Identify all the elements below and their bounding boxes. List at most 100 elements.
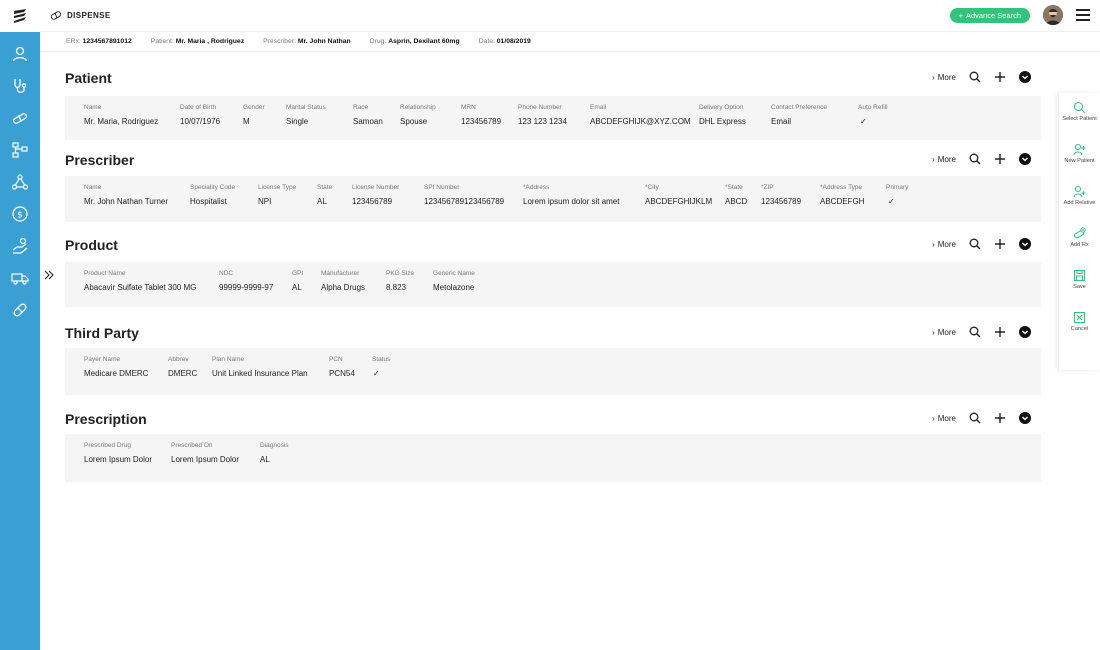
more-button[interactable]: › More bbox=[932, 240, 956, 249]
product-section: Product › More Product Name Abacavir Sulfa… bbox=[65, 237, 1041, 307]
field-gpi: GPI AL bbox=[292, 270, 304, 292]
section-title: Prescription bbox=[65, 411, 147, 427]
stethoscope-icon bbox=[14, 79, 27, 93]
svg-text:$: $ bbox=[17, 211, 23, 221]
patient-section: Patient › More Name Mr. Maria, Rodriguez D… bbox=[65, 70, 1041, 140]
new-patient-button[interactable]: New Patient bbox=[1059, 135, 1100, 177]
field-plan-name: Plan Name Unit Linked Insurance Plan bbox=[212, 356, 308, 378]
section-actions: › More bbox=[932, 326, 1031, 338]
field-state: State AL bbox=[317, 184, 333, 206]
plus-icon[interactable] bbox=[994, 71, 1006, 83]
field-payer-name: Payer Name Medicare DMERC bbox=[84, 356, 149, 378]
field-marital-status: Marital Status Single bbox=[286, 104, 326, 126]
chevron-down-circle-icon[interactable] bbox=[1019, 326, 1031, 338]
field-state-2: *State ABCD bbox=[725, 184, 748, 206]
add-relative-button[interactable]: Add Relative bbox=[1059, 177, 1100, 219]
advance-search-button[interactable]: + Advance Search bbox=[949, 8, 1030, 23]
prescriber-section: Prescriber › More Name Mr. John Nathan Tur… bbox=[65, 152, 1041, 222]
field-address-type: *Address Type ABCDEFGH bbox=[820, 184, 865, 206]
hand-pill-icon bbox=[12, 237, 28, 254]
field-city: *City ABCDEFGHIJKLM bbox=[645, 184, 713, 206]
avatar[interactable] bbox=[1043, 5, 1063, 25]
field-product-name: Product Name Abacavir Sulfate Tablet 300 … bbox=[84, 270, 197, 292]
save-button[interactable]: Save bbox=[1059, 261, 1100, 303]
third-party-section: Third Party › More Payer Name Medicare DME… bbox=[65, 325, 1041, 395]
rail-item-network[interactable] bbox=[0, 166, 40, 198]
app-logo[interactable] bbox=[0, 0, 40, 32]
checkmark-icon: ✓ bbox=[860, 117, 867, 126]
search-icon[interactable] bbox=[969, 412, 981, 424]
field-primary: Primary ✓ bbox=[886, 184, 909, 206]
field-gender: Gender M bbox=[243, 104, 265, 126]
dollar-icon: $ bbox=[12, 206, 28, 222]
app-title-text: DISPENSE bbox=[67, 11, 111, 20]
advance-search-label: Advance Search bbox=[965, 11, 1021, 20]
info-erx: ERx: 1234567891012 bbox=[66, 38, 132, 45]
cancel-button[interactable]: Cancel bbox=[1059, 303, 1100, 345]
hierarchy-icon bbox=[12, 142, 28, 158]
more-button[interactable]: › More bbox=[932, 73, 956, 82]
add-rx-button[interactable]: Add Rx bbox=[1059, 219, 1100, 261]
field-name: Name Mr. John Nathan Turner bbox=[84, 184, 169, 206]
plus-icon[interactable] bbox=[994, 412, 1006, 424]
menu-icon[interactable] bbox=[1076, 9, 1090, 21]
save-icon bbox=[1073, 269, 1086, 282]
field-address: *Address Lorem ipsum dolor sit amet bbox=[523, 184, 620, 206]
rail-item-supplies[interactable] bbox=[0, 294, 40, 326]
info-prescriber: Prescriber: Mr. John Nathan bbox=[263, 38, 351, 45]
prescription-details: Prescribed Drug Lorem Ipsum Dolor Prescri… bbox=[65, 434, 1041, 482]
field-prescribed-on: Prescribed On Lorem Ipsum Dolor bbox=[171, 442, 240, 464]
chevron-down-circle-icon[interactable] bbox=[1019, 238, 1031, 250]
plus-icon[interactable] bbox=[994, 326, 1006, 338]
user-icon bbox=[12, 46, 28, 62]
add-user-icon bbox=[1073, 143, 1086, 156]
plus-icon: + bbox=[958, 11, 963, 20]
search-icon[interactable] bbox=[969, 326, 981, 338]
info-patient: Patient: Mr. Maria , Rodriguez bbox=[150, 38, 245, 45]
rail-item-delivery[interactable] bbox=[0, 262, 40, 294]
field-license-type: License Type NPI bbox=[258, 184, 297, 206]
search-icon[interactable] bbox=[969, 71, 981, 83]
chevron-down-circle-icon[interactable] bbox=[1019, 412, 1031, 424]
field-prescribed-drug: Prescribed Drug Lorem Ipsum Dolor bbox=[84, 442, 153, 464]
rail-item-drugs[interactable] bbox=[0, 102, 40, 134]
chevron-right-icon: › bbox=[932, 72, 935, 82]
search-icon[interactable] bbox=[969, 153, 981, 165]
top-header: DISPENSE + Advance Search bbox=[40, 0, 1100, 32]
rail-item-dispense[interactable] bbox=[0, 230, 40, 262]
chevron-right-icon: › bbox=[932, 154, 935, 164]
field-auto-refill: Auto Refill ✓ bbox=[858, 104, 888, 126]
pill-bottle-icon bbox=[50, 10, 62, 20]
rail-item-prescriber[interactable] bbox=[0, 70, 40, 102]
info-strip: ERx: 1234567891012 Patient: Mr. Maria , … bbox=[40, 32, 1100, 52]
cancel-icon bbox=[1073, 311, 1086, 324]
field-phone: Phone Number 123 123 1234 bbox=[518, 104, 567, 126]
rail-item-hierarchy[interactable] bbox=[0, 134, 40, 166]
section-title: Patient bbox=[65, 70, 112, 86]
more-button[interactable]: › More bbox=[932, 155, 956, 164]
user-avatar-image bbox=[1043, 5, 1063, 25]
logo-icon bbox=[14, 9, 26, 23]
section-actions: › More bbox=[932, 153, 1031, 165]
more-button[interactable]: › More bbox=[932, 328, 956, 337]
patient-details: Name Mr. Maria, Rodriguez Date of Birth 10… bbox=[65, 96, 1041, 140]
plus-icon[interactable] bbox=[994, 153, 1006, 165]
double-chevron-right-icon[interactable] bbox=[44, 270, 54, 280]
truck-icon bbox=[11, 273, 29, 285]
field-generic-name: Generic Name Metolazone bbox=[433, 270, 475, 292]
field-relationship: Relationship Spouse bbox=[400, 104, 436, 126]
search-icon[interactable] bbox=[969, 238, 981, 250]
checkmark-icon: ✓ bbox=[888, 197, 895, 206]
add-relative-icon bbox=[1073, 185, 1086, 198]
field-dob: Date of Birth 10/07/1976 bbox=[180, 104, 221, 126]
chevron-down-circle-icon[interactable] bbox=[1019, 71, 1031, 83]
rail-item-billing[interactable]: $ bbox=[0, 198, 40, 230]
section-title: Product bbox=[65, 237, 118, 253]
plus-icon[interactable] bbox=[994, 238, 1006, 250]
field-spi-number: SPI Number 123456789123456789 bbox=[424, 184, 505, 206]
select-patient-button[interactable]: Select Patient bbox=[1059, 93, 1100, 135]
more-button[interactable]: › More bbox=[932, 414, 956, 423]
chevron-down-circle-icon[interactable] bbox=[1019, 153, 1031, 165]
rail-item-patient[interactable] bbox=[0, 38, 40, 70]
field-manufacturer: Manufacturer Alpha Drugs bbox=[321, 270, 366, 292]
